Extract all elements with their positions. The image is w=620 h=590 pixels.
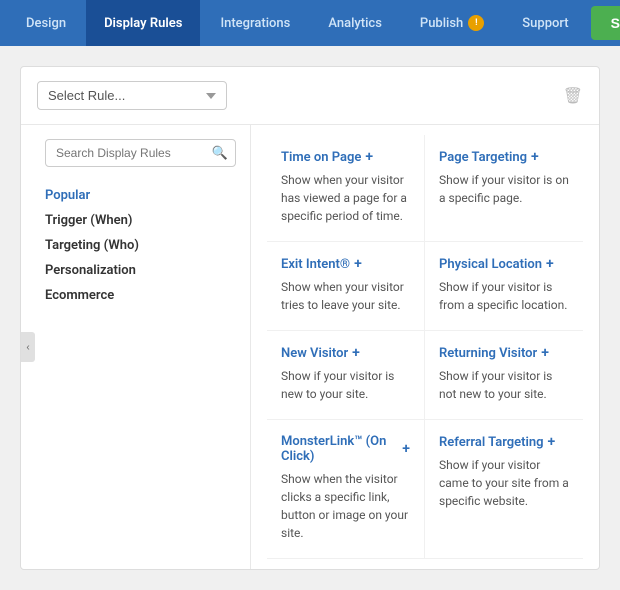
- rule-title: New Visitor+: [281, 345, 410, 361]
- rule-description: Show when your visitor has viewed a page…: [281, 171, 410, 225]
- publish-label: Publish: [420, 16, 463, 31]
- rule-card-page-targeting: Page Targeting+ Show if your visitor is o…: [425, 135, 583, 242]
- rule-title: Page Targeting+: [439, 149, 569, 165]
- rule-description: Show if your visitor came to your site f…: [439, 456, 569, 510]
- rules-area: Time on Page+ Show when your visitor has …: [251, 125, 599, 569]
- select-rule-row: Select Rule... 🗑: [21, 67, 599, 125]
- add-rule-icon[interactable]: +: [541, 345, 549, 361]
- main-panel: Select Rule... 🗑 ‹ 🔍 PopularTrigger (Whe…: [20, 66, 600, 570]
- tab-design[interactable]: Design: [8, 0, 84, 46]
- rule-title: Physical Location+: [439, 256, 569, 272]
- tab-analytics[interactable]: Analytics: [310, 0, 400, 46]
- search-input[interactable]: [45, 139, 236, 167]
- rule-description: Show if your visitor is on a specific pa…: [439, 171, 569, 207]
- add-rule-icon[interactable]: +: [531, 149, 539, 165]
- rule-card-physical-location: Physical Location+ Show if your visitor i…: [425, 242, 583, 331]
- add-rule-icon[interactable]: +: [548, 434, 556, 450]
- rule-description: Show if your visitor is from a specific …: [439, 278, 569, 314]
- sidebar-item-trigger[interactable]: Trigger (When): [45, 208, 236, 233]
- add-rule-icon[interactable]: +: [352, 345, 360, 361]
- rule-card-referral-targeting: Referral Targeting+ Show if your visitor …: [425, 420, 583, 559]
- tab-support[interactable]: Support: [504, 0, 586, 46]
- rule-title: Returning Visitor+: [439, 345, 569, 361]
- search-box: 🔍: [45, 139, 236, 167]
- top-nav: Design Display Rules Integrations Analyt…: [0, 0, 620, 46]
- tab-publish[interactable]: Publish !: [402, 0, 502, 46]
- add-rule-icon[interactable]: +: [354, 256, 362, 272]
- rule-title: Time on Page+: [281, 149, 410, 165]
- delete-rule-icon[interactable]: 🗑: [563, 86, 583, 105]
- rule-card-exit-intent-: Exit Intent®+ Show when your visitor trie…: [267, 242, 425, 331]
- left-panel-toggle[interactable]: ‹: [21, 332, 35, 362]
- search-icon[interactable]: 🔍: [212, 145, 228, 161]
- rule-description: Show if your visitor is new to your site…: [281, 367, 410, 403]
- rule-card-new-visitor: New Visitor+ Show if your visitor is new …: [267, 331, 425, 420]
- sidebar-item-ecommerce[interactable]: Ecommerce: [45, 283, 236, 308]
- rule-card-time-on-page: Time on Page+ Show when your visitor has …: [267, 135, 425, 242]
- select-rule-dropdown[interactable]: Select Rule...: [37, 81, 227, 110]
- sidebar-item-popular[interactable]: Popular: [45, 183, 236, 208]
- add-rule-icon[interactable]: +: [365, 149, 373, 165]
- sidebar-item-personalization[interactable]: Personalization: [45, 258, 236, 283]
- left-sidebar: 🔍 PopularTrigger (When)Targeting (Who)Pe…: [21, 125, 251, 569]
- add-rule-icon[interactable]: +: [402, 441, 410, 457]
- rule-card-returning-visitor: Returning Visitor+ Show if your visitor i…: [425, 331, 583, 420]
- sidebar-item-targeting[interactable]: Targeting (Who): [45, 233, 236, 258]
- rule-description: Show if your visitor is not new to your …: [439, 367, 569, 403]
- page-content: Select Rule... 🗑 ‹ 🔍 PopularTrigger (Whe…: [0, 46, 620, 590]
- rules-grid: Time on Page+ Show when your visitor has …: [267, 135, 583, 559]
- add-rule-icon[interactable]: +: [546, 256, 554, 272]
- save-button[interactable]: Save: [591, 6, 620, 40]
- rule-card-monsterlink---on-click-: MonsterLink™ (On Click)+ Show when the vi…: [267, 420, 425, 559]
- tab-display-rules[interactable]: Display Rules: [86, 0, 200, 46]
- sidebar-categories: PopularTrigger (When)Targeting (Who)Pers…: [45, 183, 236, 308]
- publish-badge: !: [468, 15, 484, 31]
- rule-title: Exit Intent®+: [281, 256, 410, 272]
- rule-title: Referral Targeting+: [439, 434, 569, 450]
- body-area: ‹ 🔍 PopularTrigger (When)Targeting (Who)…: [21, 125, 599, 569]
- rule-title: MonsterLink™ (On Click)+: [281, 434, 410, 464]
- rule-description: Show when the visitor clicks a specific …: [281, 470, 410, 542]
- rule-description: Show when your visitor tries to leave yo…: [281, 278, 410, 314]
- tab-integrations[interactable]: Integrations: [202, 0, 308, 46]
